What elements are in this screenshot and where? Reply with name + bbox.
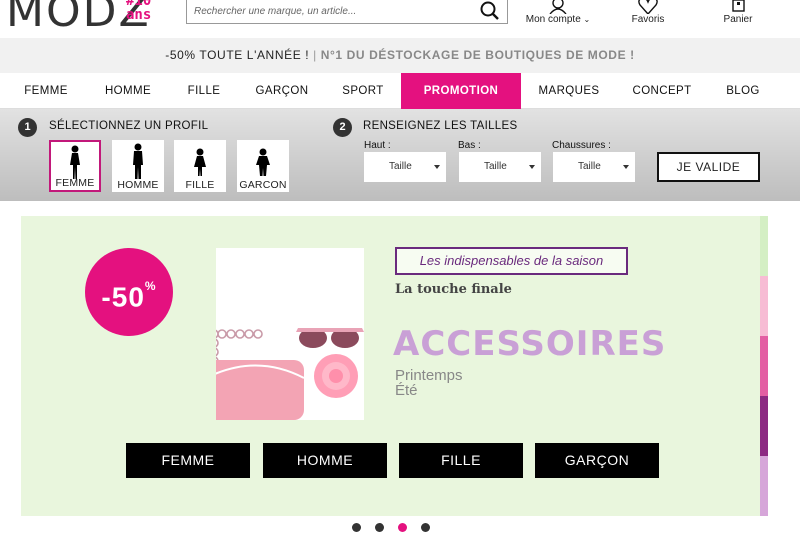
badge-line-2: ans xyxy=(126,7,152,23)
accessories-illustration xyxy=(196,328,364,449)
caret-down-icon xyxy=(623,165,629,169)
nav-promotion[interactable]: PROMOTION xyxy=(401,73,521,109)
banner-stripe xyxy=(760,336,768,396)
boy-silhouette-icon xyxy=(256,148,270,176)
profile-card-homme[interactable]: HOMME xyxy=(112,140,164,192)
favorites-link[interactable]: Favoris xyxy=(620,0,676,25)
account-link[interactable]: Mon compte ⌄ xyxy=(522,0,594,25)
caret-down-icon xyxy=(529,165,535,169)
profile-card-femme[interactable]: FEMME xyxy=(49,140,101,192)
carousel-dot[interactable] xyxy=(375,523,384,532)
size-select-value: Taille xyxy=(578,161,601,172)
banner-button-femme[interactable]: FEMME xyxy=(126,443,250,478)
size-select-haut[interactable]: Taille xyxy=(364,152,446,182)
profile-card-label: HOMME xyxy=(117,179,159,191)
step-2-number: 2 xyxy=(333,118,352,137)
promo-bar: -50% TOUTE L'ANNÉE ! | N°1 DU DÉSTOCKAGE… xyxy=(0,38,800,73)
carousel-dot[interactable] xyxy=(421,523,430,532)
nav-concept[interactable]: CONCEPT xyxy=(628,73,696,109)
banner-title: ACCESSOIRES xyxy=(393,324,667,364)
profile-card-label: GARCON xyxy=(239,179,287,191)
promo-secondary: N°1 DU DÉSTOCKAGE DE BOUTIQUES DE MODE ! xyxy=(320,48,635,62)
carousel-dots xyxy=(0,523,800,533)
promo-banner[interactable]: -50% Les indispensables de la saison La … xyxy=(21,216,768,516)
nav-marques[interactable]: MARQUES xyxy=(534,73,604,109)
girl-silhouette-icon xyxy=(194,148,206,176)
size-label-haut: Haut : xyxy=(364,140,391,151)
size-select-value: Taille xyxy=(389,161,412,172)
promo-main: -50% TOUTE L'ANNÉE ! xyxy=(165,48,310,62)
nav-fille[interactable]: FILLE xyxy=(180,73,228,109)
main-nav: FEMME HOMME FILLE GARÇON SPORT PROMOTION… xyxy=(0,73,800,109)
discount-badge: -50% xyxy=(85,248,173,336)
anniversary-badge: #10 ans xyxy=(126,0,151,22)
banner-button-garcon[interactable]: GARÇON xyxy=(535,443,659,478)
banner-stripe xyxy=(760,456,768,516)
banner-button-fille[interactable]: FILLE xyxy=(399,443,523,478)
size-select-chaussures[interactable]: Taille xyxy=(553,152,635,182)
size-label-chaussures: Chaussures : xyxy=(552,140,611,151)
banner-button-homme[interactable]: HOMME xyxy=(263,443,387,478)
promo-separator: | xyxy=(313,48,317,62)
nav-garcon[interactable]: GARÇON xyxy=(250,73,314,109)
cart-label: Panier xyxy=(723,14,753,25)
favorites-label: Favoris xyxy=(631,14,665,25)
search-input[interactable] xyxy=(187,0,473,22)
carousel-dot-active[interactable] xyxy=(398,523,407,532)
carousel-dot[interactable] xyxy=(352,523,361,532)
discount-suffix: % xyxy=(144,279,157,293)
man-silhouette-icon xyxy=(133,143,143,179)
profile-card-label: FEMME xyxy=(55,177,95,189)
banner-stripe xyxy=(760,216,768,276)
profile-card-garcon[interactable]: GARCON xyxy=(237,140,289,192)
search-box xyxy=(186,0,508,24)
size-select-value: Taille xyxy=(484,161,507,172)
banner-season-2: Été xyxy=(395,382,418,399)
banner-tagline: Les indispensables de la saison xyxy=(395,247,628,275)
header: MODZ #10 ans Mon compte ⌄ Favoris xyxy=(0,0,800,38)
bag-icon xyxy=(732,0,745,12)
user-icon xyxy=(549,0,567,14)
heart-icon xyxy=(638,0,658,14)
profile-selector: 1 SÉLECTIONNEZ UN PROFIL 2 RENSEIGNEZ LE… xyxy=(0,109,800,201)
validate-button[interactable]: JE VALIDE xyxy=(657,152,760,182)
banner-stripe xyxy=(760,396,768,456)
caret-down-icon xyxy=(434,165,440,169)
step-1-number: 1 xyxy=(18,118,37,137)
profile-card-label: FILLE xyxy=(185,179,215,191)
nav-homme[interactable]: HOMME xyxy=(98,73,158,109)
account-label: Mon compte xyxy=(525,14,581,25)
cart-link[interactable]: Panier xyxy=(712,0,764,25)
step-1-label: SÉLECTIONNEZ UN PROFIL xyxy=(49,120,209,132)
nav-blog[interactable]: BLOG xyxy=(720,73,766,109)
size-select-bas[interactable]: Taille xyxy=(459,152,541,182)
banner-stripe xyxy=(760,276,768,336)
step-2-label: RENSEIGNEZ LES TAILLES xyxy=(363,120,518,132)
nav-sport[interactable]: SPORT xyxy=(336,73,390,109)
discount-value: -50 xyxy=(101,281,145,313)
size-label-bas: Bas : xyxy=(458,140,481,151)
search-button[interactable] xyxy=(479,1,503,21)
chevron-down-icon: ⌄ xyxy=(583,15,591,24)
accessories-image xyxy=(196,248,364,449)
search-icon xyxy=(480,1,499,20)
banner-subtitle: La touche finale xyxy=(395,282,512,297)
profile-card-fille[interactable]: FILLE xyxy=(174,140,226,192)
woman-silhouette-icon xyxy=(70,145,80,179)
nav-femme[interactable]: FEMME xyxy=(18,73,74,109)
